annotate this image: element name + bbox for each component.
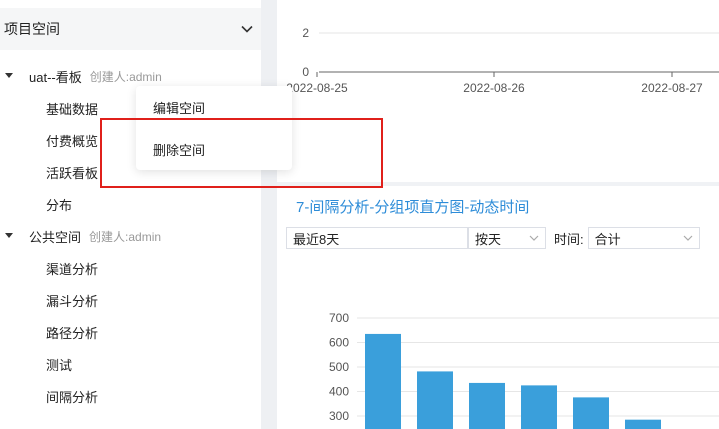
- y-tick-label: 400: [329, 385, 349, 399]
- bar: [417, 371, 453, 429]
- x-tick-label: 2022-08-25: [286, 81, 348, 95]
- y-tick-label: 0: [302, 65, 309, 79]
- y-tick-label: 500: [329, 360, 349, 374]
- x-tick-label: 2022-08-27: [641, 81, 703, 95]
- bar: [521, 385, 557, 429]
- group-name: uat--看板: [29, 69, 82, 85]
- x-tick-label: 2022-08-26: [463, 81, 525, 95]
- tree-item[interactable]: 渠道分析: [0, 252, 261, 284]
- group-creator: 创建人:admin: [89, 229, 162, 244]
- tree-item[interactable]: 漏斗分析: [0, 284, 261, 316]
- sidebar: 项目空间 uat--看板 创建人:admin 基础数据 付费概览 活跃看板 分布…: [0, 0, 261, 429]
- y-tick-label: 300: [329, 409, 349, 423]
- top-line-chart: 2 0 2022-08-25 2022-08-26 2022-08-27: [286, 26, 719, 95]
- bar: [365, 333, 401, 429]
- top-chart-card: 2 0 2022-08-25 2022-08-26 2022-08-27: [277, 0, 719, 182]
- tree-item[interactable]: 间隔分析: [0, 380, 261, 412]
- interval-analysis-card: 7-间隔分析-分组项直方图-动态时间 最近8天 按天 时间: 合计 300 400…: [277, 186, 719, 429]
- chevron-down-icon[interactable]: [239, 21, 255, 37]
- bar: [625, 419, 661, 429]
- bar-chart: 300 400 500 600 700: [329, 311, 719, 429]
- main-content: 2 0 2022-08-25 2022-08-26 2022-08-27 7-间隔分…: [277, 0, 719, 429]
- y-tick-label: 600: [329, 336, 349, 350]
- tree-group-public[interactable]: 公共空间 创建人:admin: [0, 220, 261, 252]
- tree-item[interactable]: 测试: [0, 348, 261, 380]
- delete-space-menu-item[interactable]: 删除空间: [136, 133, 292, 165]
- bar: [469, 382, 505, 429]
- group-name: 公共空间: [29, 229, 82, 245]
- y-tick-label: 700: [329, 311, 349, 325]
- y-tick-label: 2: [302, 26, 309, 40]
- tree-item[interactable]: 路径分析: [0, 316, 261, 348]
- project-space-header[interactable]: 项目空间: [0, 8, 261, 50]
- caret-down-icon[interactable]: [5, 73, 13, 79]
- project-space-title: 项目空间: [4, 21, 60, 37]
- scroll-gutter[interactable]: [261, 0, 277, 429]
- caret-down-icon[interactable]: [5, 233, 13, 239]
- tree-item[interactable]: 分布: [0, 188, 261, 220]
- space-context-menu: 编辑空间 删除空间: [136, 86, 292, 170]
- group-creator: 创建人:admin: [89, 69, 162, 84]
- edit-space-menu-item[interactable]: 编辑空间: [136, 91, 292, 123]
- bar: [573, 397, 609, 429]
